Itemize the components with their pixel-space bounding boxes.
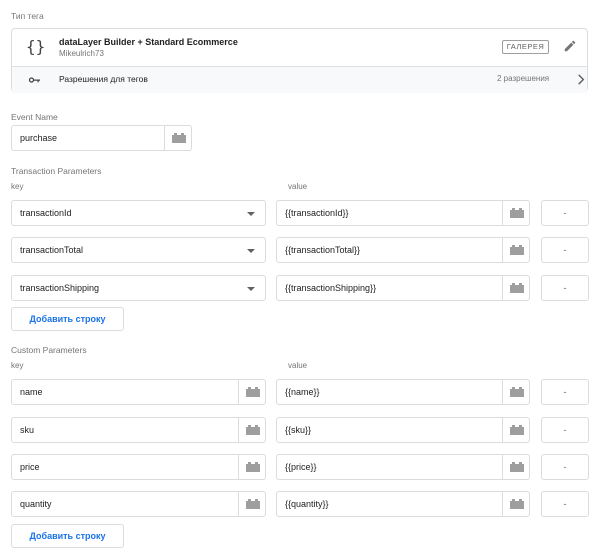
custom-value-input[interactable]: {{name}}: [276, 379, 530, 405]
variable-icon: [510, 387, 524, 397]
custom-key-value: quantity: [20, 499, 52, 509]
variable-icon: [510, 245, 524, 255]
variable-picker-button[interactable]: [238, 492, 265, 516]
tag-type-card[interactable]: {} dataLayer Builder + Standard Ecommerc…: [11, 28, 588, 93]
permissions-row[interactable]: Разрешения для тегов 2 разрешения: [12, 66, 587, 93]
dropdown-arrow-icon: [247, 212, 255, 216]
transaction-value-input[interactable]: {{transactionTotal}}: [276, 237, 530, 263]
tag-title: dataLayer Builder + Standard Ecommerce: [59, 37, 238, 47]
transaction-value-text: {{transactionTotal}}: [285, 245, 361, 255]
variable-picker-button[interactable]: [502, 455, 529, 479]
add-transaction-row-button[interactable]: Добавить строку: [11, 307, 124, 331]
transaction-value-input[interactable]: {{transactionShipping}}: [276, 275, 530, 301]
custom-key-value: name: [20, 387, 43, 397]
variable-icon: [510, 462, 524, 472]
custom-value-input[interactable]: {{price}}: [276, 454, 530, 480]
custom-value-text: {{quantity}}: [285, 499, 329, 509]
tag-type-header[interactable]: {} dataLayer Builder + Standard Ecommerc…: [12, 29, 587, 66]
variable-picker-button[interactable]: [502, 380, 529, 404]
remove-row-button[interactable]: -: [541, 379, 589, 405]
variable-icon: [246, 499, 260, 509]
event-name-value: purchase: [20, 133, 58, 143]
transaction-value-header: value: [288, 182, 308, 191]
transaction-key-value: transactionTotal: [20, 245, 84, 255]
tag-author: Mikeulrich73: [59, 49, 104, 58]
transaction-value-input[interactable]: {{transactionId}}: [276, 200, 530, 226]
custom-key-input[interactable]: sku: [11, 417, 266, 443]
tag-type-label: Тип тега: [11, 11, 44, 21]
custom-key-input[interactable]: name: [11, 379, 266, 405]
variable-picker-button[interactable]: [502, 418, 529, 442]
custom-value-text: {{sku}}: [285, 425, 312, 435]
custom-value-input[interactable]: {{sku}}: [276, 417, 530, 443]
custom-key-value: price: [20, 462, 40, 472]
variable-icon: [510, 499, 524, 509]
variable-icon: [246, 425, 260, 435]
transaction-key-value: transactionId: [20, 208, 72, 218]
variable-picker-button[interactable]: [238, 418, 265, 442]
custom-key-input[interactable]: price: [11, 454, 266, 480]
remove-row-button[interactable]: -: [541, 454, 589, 480]
custom-value-text: {{price}}: [285, 462, 317, 472]
remove-row-button[interactable]: -: [541, 200, 589, 226]
variable-picker-button[interactable]: [502, 201, 529, 225]
braces-icon: {}: [26, 37, 46, 56]
permissions-label: Разрешения для тегов: [59, 74, 148, 84]
remove-row-button[interactable]: -: [541, 417, 589, 443]
variable-picker-button[interactable]: [164, 126, 191, 150]
variable-icon: [510, 425, 524, 435]
key-icon: [29, 77, 40, 83]
custom-key-header: key: [11, 361, 24, 370]
transaction-key-header: key: [11, 182, 24, 191]
add-custom-row-button[interactable]: Добавить строку: [11, 524, 124, 548]
custom-key-value: sku: [20, 425, 35, 435]
dropdown-arrow-icon: [247, 249, 255, 253]
dropdown-arrow-icon: [247, 287, 255, 291]
variable-icon: [246, 462, 260, 472]
gallery-button[interactable]: ГАЛЕРЕЯ: [502, 40, 549, 54]
variable-picker-button[interactable]: [502, 238, 529, 262]
variable-picker-button[interactable]: [238, 380, 265, 404]
transaction-key-select[interactable]: transactionId: [11, 200, 266, 226]
transaction-key-select[interactable]: transactionTotal: [11, 237, 266, 263]
transaction-params-label: Transaction Parameters: [11, 166, 102, 176]
transaction-value-text: {{transactionShipping}}: [285, 283, 377, 293]
custom-key-input[interactable]: quantity: [11, 491, 266, 517]
variable-icon: [510, 208, 524, 218]
variable-icon: [246, 387, 260, 397]
variable-picker-button[interactable]: [238, 455, 265, 479]
variable-picker-button[interactable]: [502, 492, 529, 516]
pencil-icon[interactable]: [563, 39, 577, 53]
transaction-key-select[interactable]: transactionShipping: [11, 275, 266, 301]
custom-params-label: Custom Parameters: [11, 345, 87, 355]
chevron-right-icon[interactable]: [577, 74, 585, 85]
variable-icon: [172, 133, 186, 143]
custom-value-text: {{name}}: [285, 387, 320, 397]
transaction-value-text: {{transactionId}}: [285, 208, 349, 218]
event-name-input[interactable]: purchase: [11, 125, 192, 151]
custom-value-header: value: [288, 361, 308, 370]
variable-picker-button[interactable]: [502, 276, 529, 300]
custom-value-input[interactable]: {{quantity}}: [276, 491, 530, 517]
event-name-label: Event Name: [11, 112, 58, 122]
remove-row-button[interactable]: -: [541, 275, 589, 301]
variable-icon: [510, 283, 524, 293]
remove-row-button[interactable]: -: [541, 237, 589, 263]
permissions-count: 2 разрешения: [497, 74, 550, 83]
remove-row-button[interactable]: -: [541, 491, 589, 517]
transaction-key-value: transactionShipping: [20, 283, 100, 293]
